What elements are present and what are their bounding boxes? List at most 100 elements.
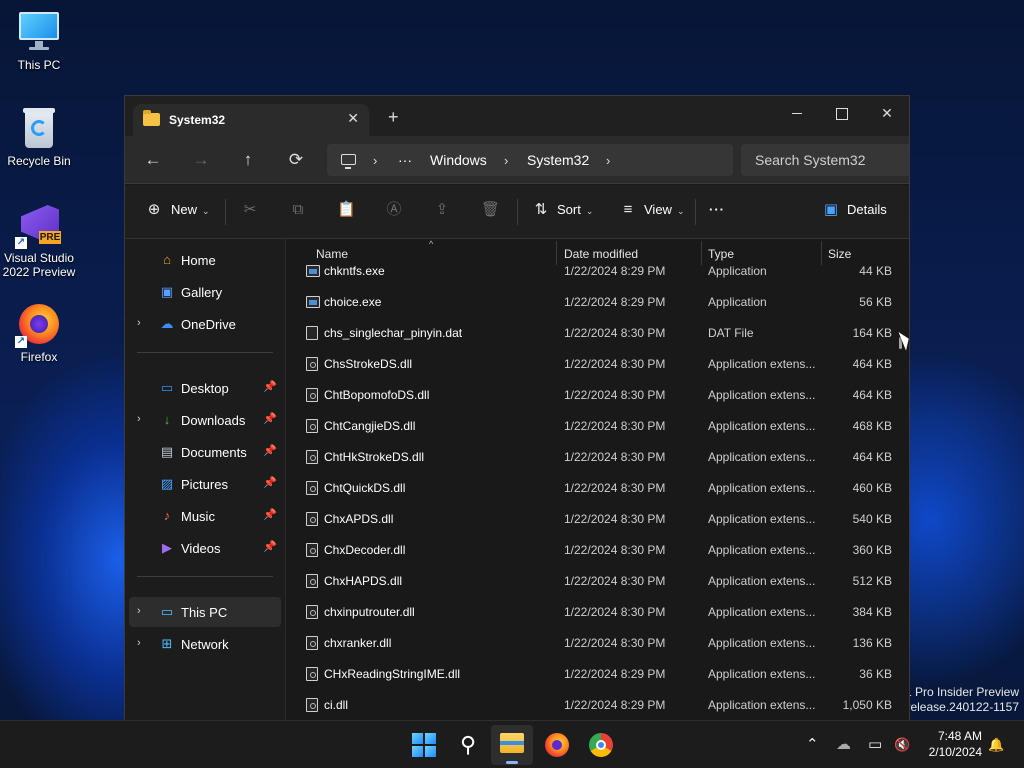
column-resize-handle[interactable] (556, 241, 557, 265)
onedrive-tray-icon[interactable]: ☁ (836, 733, 851, 757)
pin-icon[interactable]: 📌 (263, 444, 277, 457)
file-row[interactable]: ChtQuickDS.dll 1/22/2024 8:30 PM Applicati… (286, 472, 909, 503)
nav-item-desktop[interactable]: ▭ Desktop 📌 (129, 373, 281, 403)
close-window-button[interactable]: ✕ (867, 102, 907, 124)
nav-item-onedrive[interactable]: › ☁ OneDrive (129, 309, 281, 339)
search-input[interactable]: Search System32 (741, 144, 909, 176)
new-button[interactable]: New ⌄ (171, 202, 210, 217)
delete-icon[interactable]: 🗑 (481, 201, 500, 219)
column-header-type[interactable]: Type (708, 247, 734, 261)
nav-item-documents[interactable]: ▤ Documents 📌 (129, 437, 281, 467)
file-row[interactable]: ChtCangjieDS.dll 1/22/2024 8:30 PM Applica… (286, 410, 909, 441)
file-date: 1/22/2024 8:30 PM (564, 605, 666, 619)
nav-label: Downloads (181, 413, 246, 428)
taskbar-file-explorer[interactable] (491, 725, 533, 765)
column-header-name[interactable]: Name (316, 247, 348, 261)
file-row[interactable]: ChxDecoder.dll 1/22/2024 8:30 PM Applicati… (286, 534, 909, 565)
file-row[interactable]: CHxReadingStringIME.dll 1/22/2024 8:29 PM… (286, 658, 909, 689)
chevron-down-icon: ⌄ (202, 206, 210, 216)
tab-system32[interactable]: System32 ✕ (133, 104, 369, 136)
start-button[interactable] (412, 733, 436, 757)
file-row[interactable]: chxinputrouter.dll 1/22/2024 8:30 PM Appli… (286, 596, 909, 627)
forward-button[interactable]: → (189, 150, 213, 170)
tray-overflow-chevron-icon[interactable]: ⌃ (806, 733, 819, 757)
pin-icon[interactable]: 📌 (263, 476, 277, 489)
pin-icon[interactable]: 📌 (263, 540, 277, 553)
breadcrumb-system32[interactable]: System32 (527, 152, 589, 168)
file-row[interactable]: ChtHkStrokeDS.dll 1/22/2024 8:30 PM Applic… (286, 441, 909, 472)
pin-icon[interactable]: 📌 (263, 380, 277, 393)
file-name: choice.exe (324, 295, 382, 309)
desktop-icon-this-pc[interactable]: This PC (1, 10, 77, 72)
breadcrumb-separator[interactable]: › (606, 153, 610, 168)
taskbar-firefox[interactable] (541, 729, 573, 761)
search-icon[interactable]: ⚲ (452, 729, 484, 761)
file-row[interactable]: ChxAPDS.dll 1/22/2024 8:30 PM Application … (286, 503, 909, 534)
nav-item-this-pc[interactable]: › ▭ This PC (129, 597, 281, 627)
file-size: 164 KB (852, 326, 892, 340)
nav-item-home[interactable]: ⌂ Home (129, 245, 281, 275)
pin-icon[interactable]: 📌 (263, 412, 277, 425)
copy-icon[interactable]: ⧉ (289, 201, 307, 219)
paste-icon[interactable]: 📋 (337, 201, 356, 219)
sort-button[interactable]: Sort ⌄ (557, 202, 593, 217)
file-row[interactable]: chs_singlechar_pinyin.dat 1/22/2024 8:30 … (286, 317, 909, 348)
rename-icon[interactable]: Ⓐ (385, 201, 403, 219)
desktop-icon-visual-studio[interactable]: PRE ↗ Visual Studio 2022 Preview (1, 203, 77, 279)
file-row[interactable]: ChsStrokeDS.dll 1/22/2024 8:30 PM Applicat… (286, 348, 909, 379)
file-name: chkntfs.exe (324, 264, 385, 278)
file-row[interactable]: chxranker.dll 1/22/2024 8:30 PM Applicatio… (286, 627, 909, 658)
refresh-button[interactable]: ⟳ (284, 150, 308, 170)
network-tray-icon[interactable]: ▭ (868, 733, 882, 757)
nav-item-music[interactable]: ♪ Music 📌 (129, 501, 281, 531)
taskbar: ⚲ ⌃ ☁ ▭ 🔇 7:48 AM 2/10/2024 🔔 (0, 720, 1024, 768)
tab-close-button[interactable]: ✕ (347, 110, 359, 127)
file-row[interactable]: choice.exe 1/22/2024 8:29 PM Application 56… (286, 286, 909, 317)
column-resize-handle[interactable] (701, 241, 702, 265)
nav-item-gallery[interactable]: ▣ Gallery (129, 277, 281, 307)
column-resize-handle[interactable] (821, 241, 822, 265)
share-icon[interactable]: ⇪ (433, 201, 451, 219)
file-row[interactable]: ChxHAPDS.dll 1/22/2024 8:30 PM Application… (286, 565, 909, 596)
expand-chevron-icon[interactable]: › (137, 413, 141, 425)
breadcrumb-windows[interactable]: Windows (430, 152, 487, 168)
divider (517, 199, 518, 225)
notification-bell-icon[interactable]: 🔔 (988, 733, 1004, 757)
new-tab-button[interactable]: + (388, 108, 399, 126)
view-icon: ≡ (623, 201, 633, 218)
cut-icon[interactable]: ✂ (241, 201, 259, 219)
address-field[interactable]: › ··· Windows › System32 › (327, 144, 733, 176)
file-row[interactable]: ChtBopomofoDS.dll 1/22/2024 8:30 PM Applic… (286, 379, 909, 410)
nav-item-videos[interactable]: ▶ Videos 📌 (129, 533, 281, 563)
nav-item-network[interactable]: › ⊞ Network (129, 629, 281, 659)
details-button[interactable]: Details (847, 202, 887, 217)
volume-muted-icon[interactable]: 🔇 (894, 733, 910, 757)
expand-chevron-icon[interactable]: › (137, 317, 141, 329)
maximize-button[interactable] (821, 102, 861, 124)
view-button[interactable]: View ⌄ (644, 202, 685, 217)
column-header-date[interactable]: Date modified (564, 247, 638, 261)
minimize-button[interactable] (777, 102, 817, 124)
file-date: 1/22/2024 8:30 PM (564, 574, 666, 588)
file-row[interactable]: ci.dll 1/22/2024 8:29 PM Application exten… (286, 689, 909, 720)
expand-chevron-icon[interactable]: › (137, 637, 141, 649)
up-button[interactable]: ↑ (236, 150, 260, 170)
new-icon: ⊕ (147, 201, 161, 218)
file-size: 468 KB (852, 419, 892, 433)
breadcrumb-overflow[interactable]: ··· (398, 152, 412, 168)
more-options-button[interactable]: ··· (709, 202, 725, 217)
nav-item-pictures[interactable]: ▨ Pictures 📌 (129, 469, 281, 499)
column-header-size[interactable]: Size (828, 247, 851, 261)
file-type: Application (708, 295, 767, 309)
desktop-icon-recycle-bin[interactable]: Recycle Bin (1, 106, 77, 168)
pin-icon[interactable]: 📌 (263, 508, 277, 521)
address-bar-row: ← → ↑ ⟳ › ··· Windows › System32 › Searc… (125, 136, 909, 184)
vertical-scrollbar[interactable]: ▲ (897, 245, 905, 720)
back-button[interactable]: ← (141, 150, 165, 170)
desktop-icon-firefox[interactable]: ↗ Firefox (1, 302, 77, 364)
expand-chevron-icon[interactable]: › (137, 605, 141, 617)
taskbar-chrome[interactable] (585, 729, 617, 761)
clock[interactable]: 7:48 AM 2/10/2024 (920, 728, 982, 760)
sort-icon: ⇅ (534, 201, 548, 218)
nav-item-downloads[interactable]: › ↓ Downloads 📌 (129, 405, 281, 435)
